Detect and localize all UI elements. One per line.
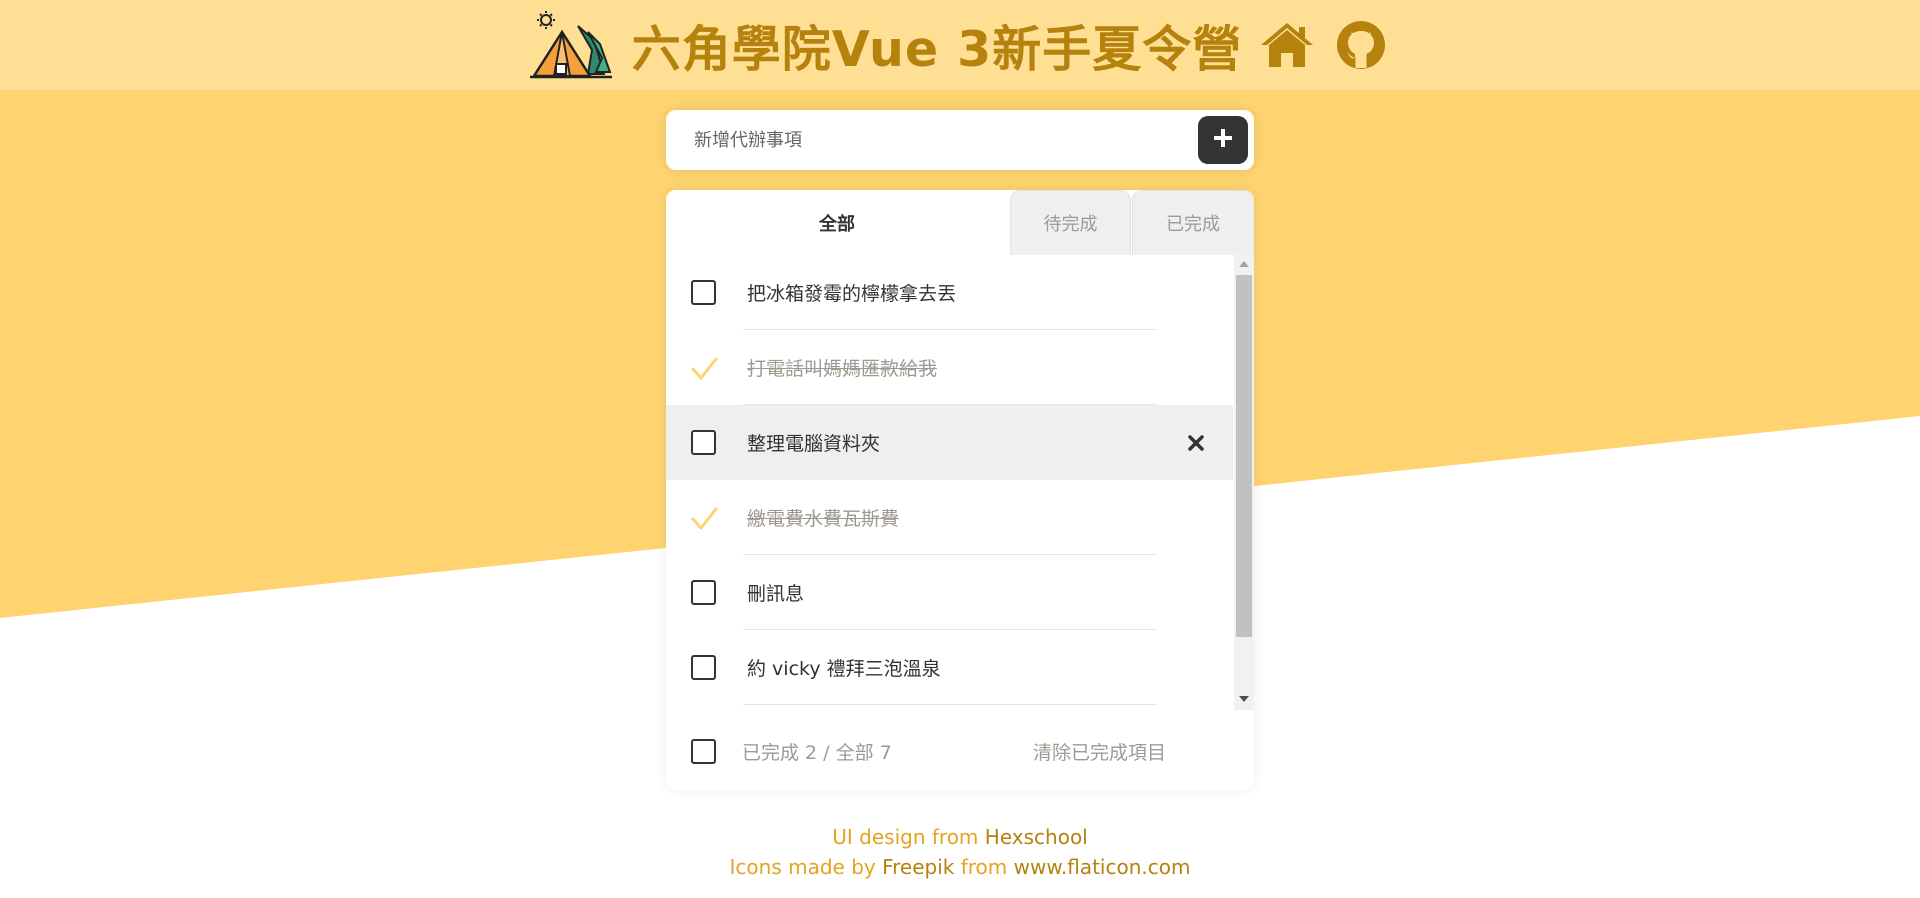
todo-checkbox[interactable] <box>691 430 716 455</box>
freepik-link[interactable]: Freepik <box>882 855 954 879</box>
page-title: 六角學院Vue 3新手夏令營 <box>631 20 1243 78</box>
scrollbar[interactable] <box>1234 255 1254 710</box>
scroll-down-arrow-icon[interactable] <box>1239 696 1249 702</box>
list-item[interactable]: 繳電費水費瓦斯費 <box>666 480 1233 555</box>
plus-icon <box>1213 128 1233 152</box>
completed-count: 已完成 2 / 全部 7 <box>742 742 892 764</box>
tab-completed[interactable]: 已完成 <box>1132 190 1254 255</box>
credits-text: UI design from <box>832 825 979 849</box>
scrollbar-thumb[interactable] <box>1236 275 1252 637</box>
credits-text: Icons made by <box>729 855 876 879</box>
todo-text: 把冰箱發霉的檸檬拿去丟 <box>747 283 957 305</box>
list-item[interactable]: 刪訊息 <box>666 555 1233 630</box>
list-item[interactable]: 約 vicky 禮拜三泡溫泉 <box>666 630 1233 705</box>
todo-checkbox[interactable] <box>691 655 716 680</box>
add-todo-input[interactable] <box>694 129 1174 151</box>
credits-line-2: Icons made by Freepik from www.flaticon.… <box>0 852 1920 882</box>
todo-list: 把冰箱發霉的檸檬拿去丟 打電話叫媽媽匯款給我 整理電腦資料夾 繳電費水費瓦斯費 … <box>666 255 1233 705</box>
todo-card: 全部 待完成 已完成 把冰箱發霉的檸檬拿去丟 打電話叫媽媽匯款給我 整理電腦資料… <box>666 190 1254 790</box>
divider <box>743 704 1157 705</box>
toggle-all-checkbox[interactable] <box>691 739 716 764</box>
home-icon[interactable] <box>1258 19 1316 71</box>
todo-app: 全部 待完成 已完成 把冰箱發霉的檸檬拿去丟 打電話叫媽媽匯款給我 <box>666 110 1254 790</box>
todo-checkbox[interactable] <box>691 580 716 605</box>
todo-text: 整理電腦資料夾 <box>747 433 881 455</box>
filter-tabs: 全部 待完成 已完成 <box>666 190 1254 255</box>
todo-footer: 已完成 2 / 全部 7 清除已完成項目 <box>666 710 1254 790</box>
header: 六角學院Vue 3新手夏令營 <box>0 0 1920 90</box>
add-todo-bar <box>666 110 1254 170</box>
credits-text: from <box>960 855 1008 879</box>
list-item[interactable]: 把冰箱發霉的檸檬拿去丟 <box>666 255 1233 330</box>
credits: UI design from Hexschool Icons made by F… <box>0 822 1920 882</box>
todo-text: 打電話叫媽媽匯款給我 <box>747 358 938 380</box>
clear-completed-button[interactable]: 清除已完成項目 <box>1033 738 1166 765</box>
tab-pending[interactable]: 待完成 <box>1010 190 1131 255</box>
todo-list-scroll: 把冰箱發霉的檸檬拿去丟 打電話叫媽媽匯款給我 整理電腦資料夾 繳電費水費瓦斯費 … <box>666 255 1254 710</box>
delete-icon[interactable] <box>1186 433 1206 453</box>
checkmark-icon[interactable] <box>690 504 720 534</box>
list-item[interactable]: 整理電腦資料夾 <box>666 405 1233 480</box>
github-icon[interactable] <box>1332 19 1390 71</box>
camping-tent-trees-icon <box>529 10 612 80</box>
add-todo-button[interactable] <box>1198 116 1248 164</box>
list-item[interactable]: 打電話叫媽媽匯款給我 <box>666 330 1233 405</box>
checkmark-icon[interactable] <box>690 354 720 384</box>
hexschool-link[interactable]: Hexschool <box>985 825 1088 849</box>
todo-text: 約 vicky 禮拜三泡溫泉 <box>747 658 941 680</box>
scroll-up-arrow-icon[interactable] <box>1239 261 1249 267</box>
flaticon-link[interactable]: www.flaticon.com <box>1014 855 1191 879</box>
tab-all[interactable]: 全部 <box>666 190 1008 255</box>
credits-line-1: UI design from Hexschool <box>0 822 1920 852</box>
todo-text: 繳電費水費瓦斯費 <box>747 508 900 530</box>
todo-checkbox[interactable] <box>691 280 716 305</box>
todo-text: 刪訊息 <box>747 583 805 605</box>
